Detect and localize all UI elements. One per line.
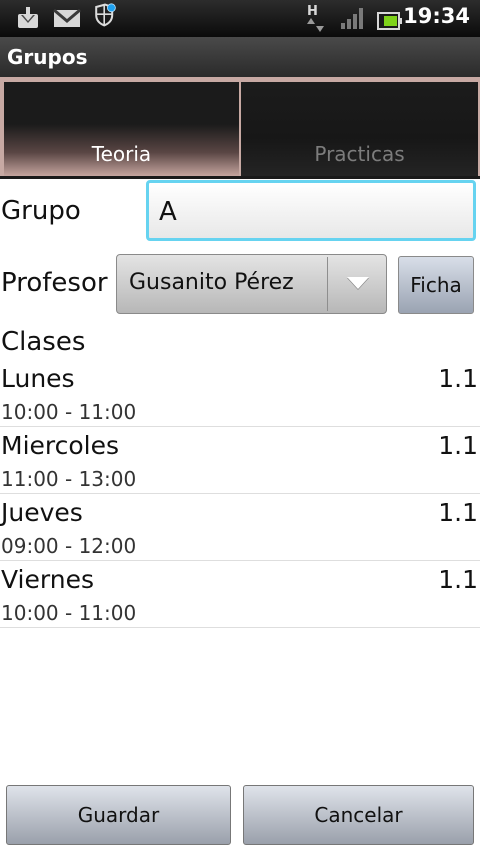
grupo-input[interactable]: A <box>146 180 476 241</box>
select-divider <box>327 257 328 311</box>
list-item[interactable]: Lunes 10:00 - 11:00 1.1 <box>0 360 480 427</box>
status-bar: H 19:34 <box>0 0 480 37</box>
download-icon <box>18 7 38 28</box>
ficha-button[interactable]: Ficha <box>398 256 474 314</box>
clase-value: 1.1 <box>438 364 478 393</box>
clase-time: 10:00 - 11:00 <box>1 601 137 625</box>
clase-day: Viernes <box>1 565 94 594</box>
list-item[interactable]: Viernes 10:00 - 11:00 1.1 <box>0 561 480 628</box>
tab-divider <box>0 176 480 179</box>
clase-value: 1.1 <box>438 498 478 527</box>
clase-value: 1.1 <box>438 565 478 594</box>
clases-list: Lunes 10:00 - 11:00 1.1 Miercoles 11:00 … <box>0 360 480 628</box>
tab-label: Practicas <box>314 142 405 166</box>
signal-bars-icon <box>341 8 363 29</box>
page-title: Grupos <box>7 45 88 69</box>
tab-practicas[interactable]: Practicas <box>241 82 478 176</box>
clase-day: Lunes <box>1 364 75 393</box>
tab-label: Teoria <box>91 142 152 166</box>
clase-time: 10:00 - 11:00 <box>1 400 137 424</box>
clase-time: 11:00 - 13:00 <box>1 467 137 491</box>
gmail-icon <box>53 8 81 27</box>
grupo-label: Grupo <box>1 196 81 226</box>
profesor-selected-value: Gusanito Pérez <box>129 270 294 295</box>
clase-time: 09:00 - 12:00 <box>1 534 137 558</box>
list-item[interactable]: Miercoles 11:00 - 13:00 1.1 <box>0 427 480 494</box>
clase-value: 1.1 <box>438 431 478 460</box>
profesor-label: Profesor <box>1 268 108 298</box>
profesor-select[interactable]: Gusanito Pérez <box>116 254 387 314</box>
list-item[interactable]: Jueves 09:00 - 12:00 1.1 <box>0 494 480 561</box>
clase-day: Miercoles <box>1 431 120 460</box>
cancelar-button[interactable]: Cancelar <box>243 785 474 845</box>
tab-teoria[interactable]: Teoria <box>4 82 239 176</box>
hspa-network-icon: H <box>306 4 326 32</box>
clock: 19:34 <box>403 4 470 28</box>
chevron-down-icon <box>347 277 369 289</box>
title-bar: Grupos <box>0 37 480 78</box>
shield-notification-icon <box>95 3 116 27</box>
clase-day: Jueves <box>1 498 83 527</box>
tab-bar: Teoria Practicas <box>0 77 480 179</box>
clases-heading: Clases <box>1 327 86 357</box>
battery-icon <box>377 12 402 30</box>
guardar-button[interactable]: Guardar <box>6 785 231 845</box>
